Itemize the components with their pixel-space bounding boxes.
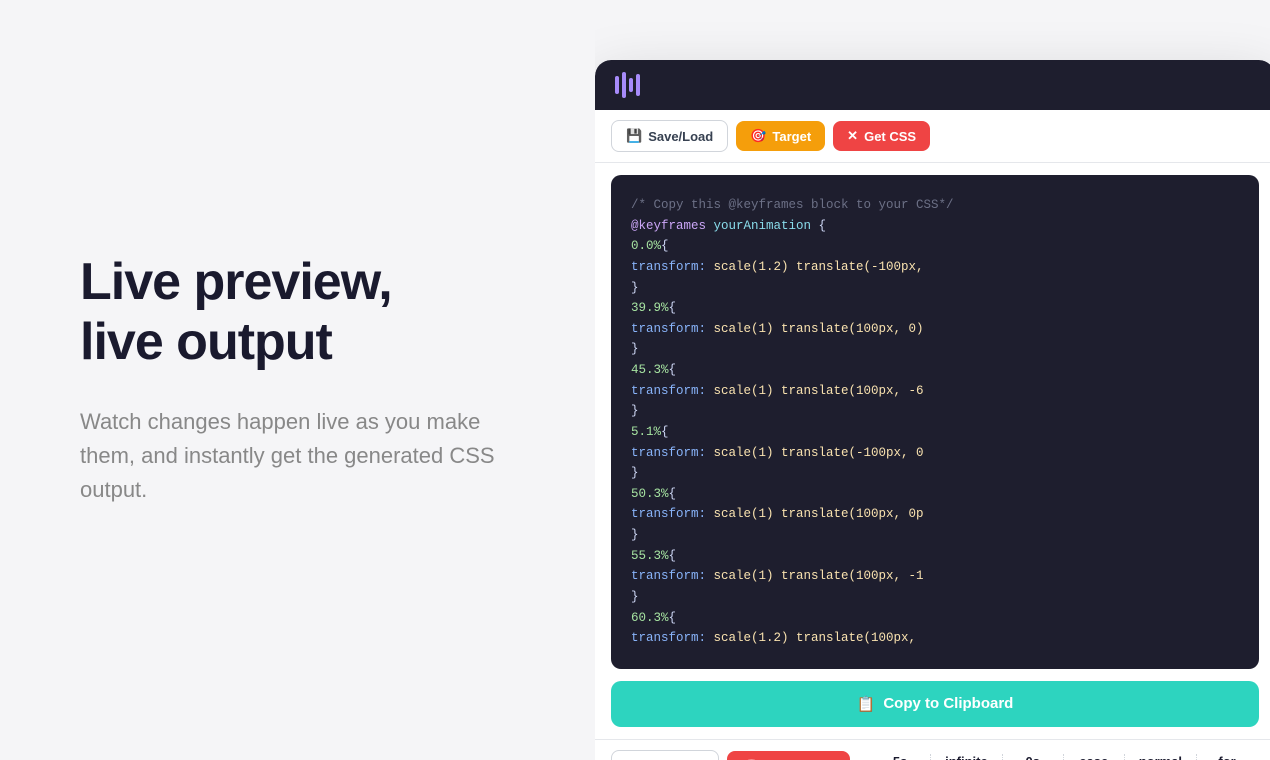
code-brace-open: { — [811, 219, 826, 233]
right-panel: 💾 Save/Load 🎯 Target ✕ Get CSS /* Copy t… — [595, 0, 1270, 760]
logo-bar-3 — [629, 78, 633, 92]
left-panel: Live preview, live output Watch changes … — [0, 0, 595, 760]
timing-fill-value: for — [1218, 754, 1235, 760]
delete-button[interactable]: 🗑 Delete 95% — [727, 751, 850, 760]
toolbar: 💾 Save/Load 🎯 Target ✕ Get CSS — [595, 110, 1270, 163]
code-line-15: } — [631, 525, 1239, 546]
code-anim-name: yourAnimation — [714, 219, 812, 233]
code-line-9: } — [631, 401, 1239, 422]
code-line-6: } — [631, 339, 1239, 360]
timing-duration[interactable]: 5s ······ — [870, 754, 931, 760]
code-line-2: transform: scale(1.2) translate(-100px, — [631, 257, 1239, 278]
code-line-5: transform: scale(1) translate(100px, 0) — [631, 319, 1239, 340]
hero-title-line2: live output — [80, 313, 332, 371]
target-icon: 🎯 — [750, 128, 766, 144]
timing-direction[interactable]: normal ······ — [1125, 754, 1197, 760]
hero-subtitle: Watch changes happen live as you make th… — [80, 405, 535, 507]
code-line-18: } — [631, 587, 1239, 608]
code-line-3: } — [631, 278, 1239, 299]
copy-to-clipboard-button[interactable]: 📋 Copy to Clipboard — [611, 681, 1259, 727]
timing-delay[interactable]: 0s ······ — [1003, 754, 1064, 760]
code-line-12: } — [631, 463, 1239, 484]
code-line-20: transform: scale(1.2) translate(100px, — [631, 628, 1239, 649]
hero-title: Live preview, live output — [80, 253, 535, 373]
bottom-toolbar: ⊕ Add Step 🗑 Delete 95% 5s ······ infini… — [595, 739, 1270, 760]
add-step-button[interactable]: ⊕ Add Step — [611, 750, 719, 760]
timing-easing-value: ease — [1079, 754, 1108, 760]
save-load-label: Save/Load — [648, 129, 713, 144]
target-button[interactable]: 🎯 Target — [736, 121, 825, 151]
code-comment: /* Copy this @keyframes block to your CS… — [631, 195, 1239, 216]
save-load-button[interactable]: 💾 Save/Load — [611, 120, 728, 152]
code-line-8: transform: scale(1) translate(100px, -6 — [631, 381, 1239, 402]
code-keyframes-line: @keyframes yourAnimation { — [631, 216, 1239, 237]
code-line-10: 5.1%{ — [631, 422, 1239, 443]
app-window: 💾 Save/Load 🎯 Target ✕ Get CSS /* Copy t… — [595, 60, 1270, 760]
code-line-11: transform: scale(1) translate(-100px, 0 — [631, 443, 1239, 464]
timing-easing[interactable]: ease ······ — [1064, 754, 1125, 760]
timing-duration-value: 5s — [893, 754, 907, 760]
code-line-4: 39.9%{ — [631, 298, 1239, 319]
timing-fill[interactable]: for ······ — [1197, 754, 1257, 760]
timing-iteration[interactable]: infinite ······ — [931, 754, 1003, 760]
code-panel: /* Copy this @keyframes block to your CS… — [611, 175, 1259, 669]
code-line-1: 0.0%{ — [631, 236, 1239, 257]
code-line-16: 55.3%{ — [631, 546, 1239, 567]
title-bar — [595, 60, 1270, 110]
code-line-7: 45.3%{ — [631, 360, 1239, 381]
target-label: Target — [772, 129, 811, 144]
copy-button-container: 📋 Copy to Clipboard — [611, 681, 1259, 727]
timing-iteration-value: infinite — [945, 754, 988, 760]
get-css-label: Get CSS — [864, 129, 916, 144]
get-css-button[interactable]: ✕ Get CSS — [833, 121, 930, 151]
code-line-13: 50.3%{ — [631, 484, 1239, 505]
logo-bar-1 — [615, 76, 619, 94]
logo-bar-4 — [636, 74, 640, 96]
code-at-keyframes: @keyframes — [631, 219, 714, 233]
timing-delay-value: 0s — [1025, 754, 1039, 760]
copy-button-label: Copy to Clipboard — [883, 695, 1013, 712]
code-line-19: 60.3%{ — [631, 608, 1239, 629]
clipboard-icon: 📋 — [857, 695, 876, 713]
app-logo — [615, 72, 640, 98]
code-line-17: transform: scale(1) translate(100px, -1 — [631, 566, 1239, 587]
timing-params: 5s ······ infinite ······ 0s ······ ease… — [870, 754, 1259, 760]
logo-bar-2 — [622, 72, 626, 98]
code-line-14: transform: scale(1) translate(100px, 0p — [631, 504, 1239, 525]
save-icon: 💾 — [626, 128, 642, 144]
get-css-icon: ✕ — [847, 128, 858, 144]
hero-title-line1: Live preview, — [80, 253, 392, 311]
timing-direction-value: normal — [1139, 754, 1182, 760]
